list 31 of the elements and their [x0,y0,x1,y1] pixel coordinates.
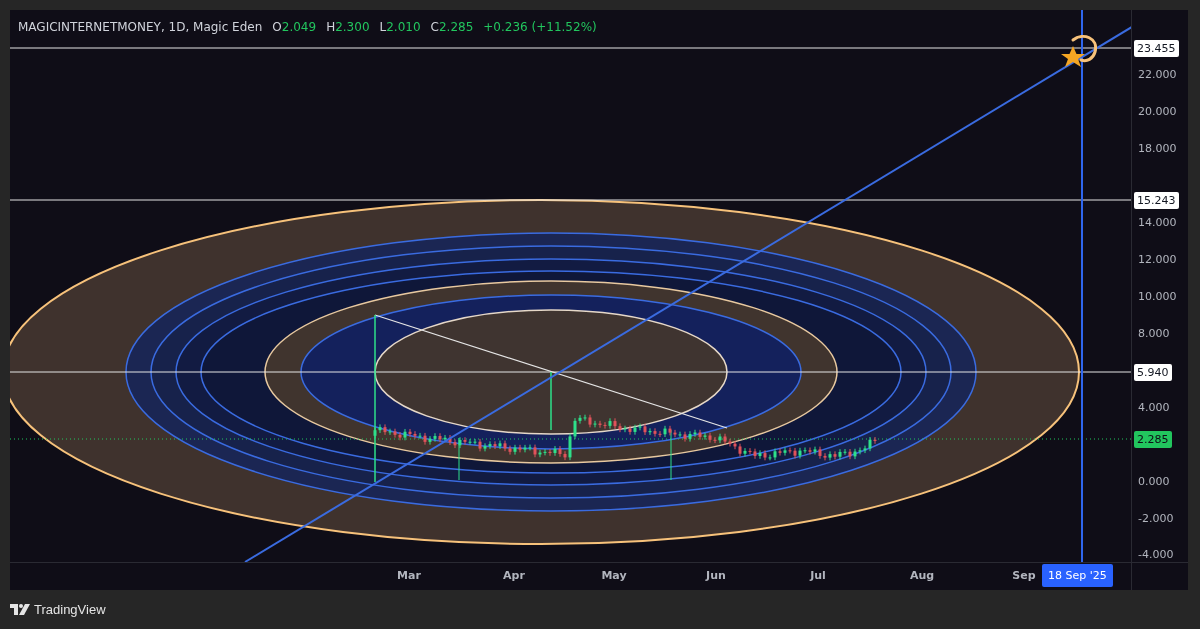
price-level-label: 15.243 [1134,192,1179,209]
price-tick: -2.000 [1138,513,1174,524]
price-level-label: 23.455 [1134,40,1179,57]
date-marker-label: 18 Sep '25 [1042,564,1113,587]
time-tick: Apr [503,570,525,581]
ohlc-value: H2.300 [326,19,370,36]
price-tick: 18.000 [1138,143,1177,154]
price-tick: 8.000 [1138,328,1170,339]
price-tick: 0.000 [1138,476,1170,487]
price-tick: -4.000 [1138,549,1174,560]
price-tick: 10.000 [1138,291,1177,302]
ohlc-value: O2.049 [272,19,317,36]
time-tick: Jun [706,570,726,581]
time-tick: Sep [1012,570,1036,581]
brand-name: TradingView [34,601,106,619]
ohlc-value: L2.010 [379,19,421,36]
time-tick: Aug [909,570,935,581]
symbol-title: MAGICINTERNETMONEY, 1D, Magic Eden [18,19,263,36]
price-tick: 14.000 [1138,217,1177,228]
price-tick: 4.000 [1138,402,1170,413]
price-tick: 22.000 [1138,69,1177,80]
price-tick: 12.000 [1138,254,1177,265]
brand-logo-icon [10,603,30,616]
price-change: +0.236 (+11.52%) [483,19,597,36]
time-tick: Mar [397,570,421,581]
ohlc-value: C2.285 [430,19,474,36]
price-tick: 20.000 [1138,106,1177,117]
time-tick: Jul [810,570,826,581]
price-level-label: 5.940 [1134,364,1172,381]
last-price-label: 2.285 [1134,431,1172,448]
time-tick: May [601,570,627,581]
